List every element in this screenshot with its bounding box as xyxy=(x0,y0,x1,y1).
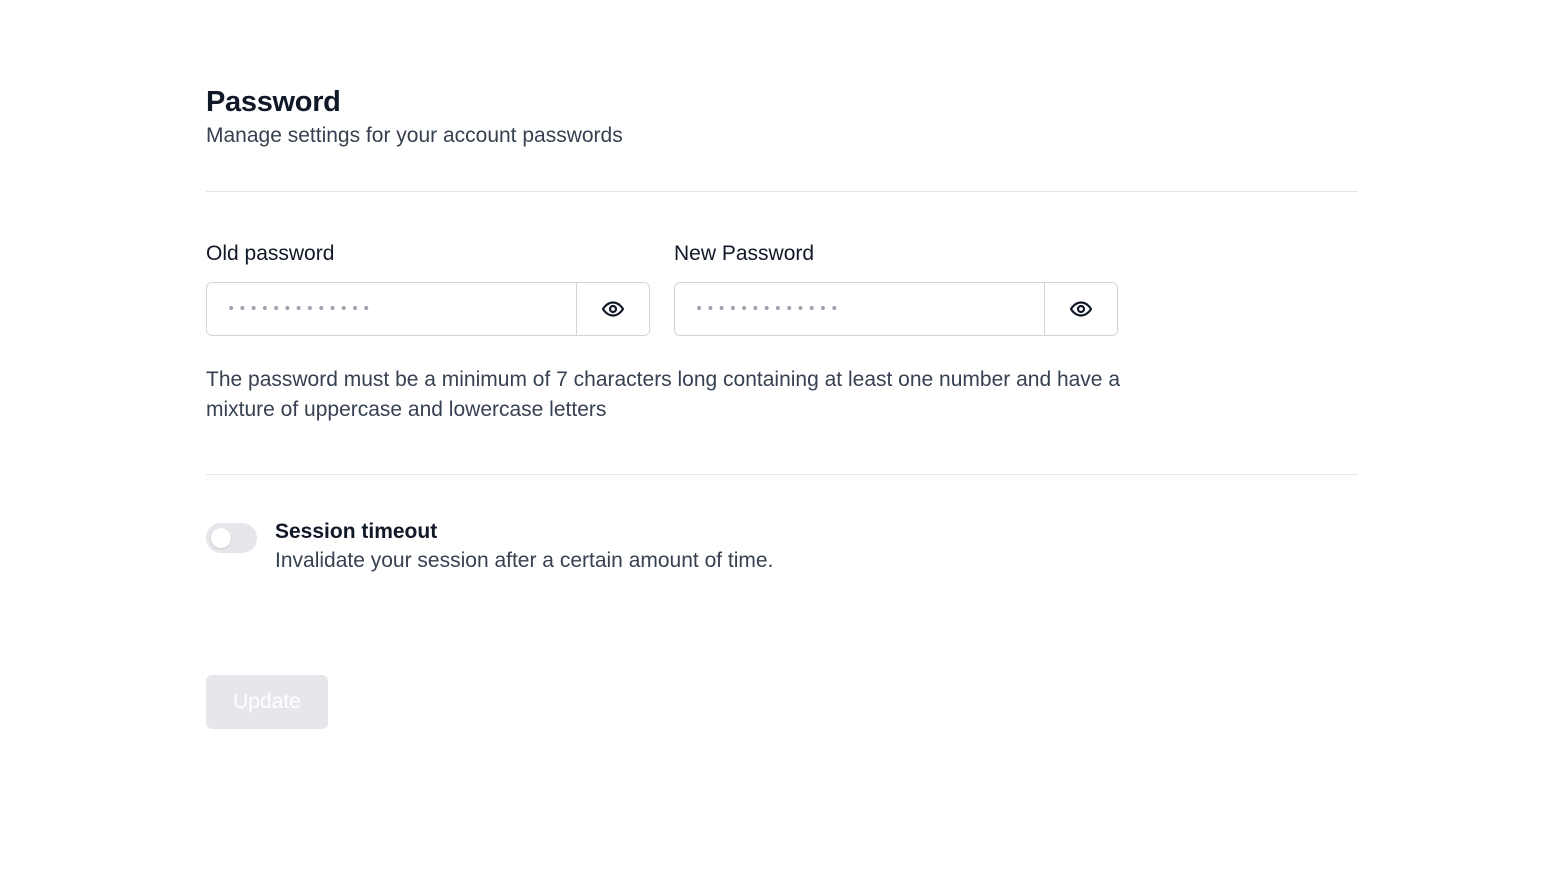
show-new-password-button[interactable] xyxy=(1044,283,1117,335)
old-password-label: Old password xyxy=(206,242,335,265)
session-timeout-text: Session timeout Invalidate your session … xyxy=(275,518,773,576)
password-requirements-text: The password must be a minimum of 7 char… xyxy=(206,368,1121,421)
new-password-field: New Password ••••••••••••• xyxy=(674,240,1118,336)
toggle-knob xyxy=(211,528,231,548)
session-timeout-row: Session timeout Invalidate your session … xyxy=(206,518,773,576)
show-old-password-button[interactable] xyxy=(576,283,649,335)
new-password-label: New Password xyxy=(674,242,815,265)
old-password-input-group: ••••••••••••• xyxy=(206,282,650,336)
divider xyxy=(206,191,1358,192)
section-header: Password Manage settings for your accoun… xyxy=(206,84,1358,151)
eye-icon xyxy=(1069,301,1093,317)
old-password-field: Old password ••••••••••••• xyxy=(206,240,650,336)
old-password-input[interactable]: ••••••••••••• xyxy=(207,283,576,335)
update-button[interactable]: Update xyxy=(206,675,328,729)
session-timeout-title: Session timeout xyxy=(275,520,438,543)
session-timeout-toggle[interactable] xyxy=(206,523,257,553)
page-subtitle: Manage settings for your account passwor… xyxy=(206,124,623,147)
divider xyxy=(206,474,1358,475)
new-password-input[interactable]: ••••••••••••• xyxy=(675,283,1044,335)
session-timeout-description: Invalidate your session after a certain … xyxy=(275,549,774,572)
eye-icon xyxy=(601,301,625,317)
page-title: Password xyxy=(206,86,341,118)
password-settings-page: Password Manage settings for your accoun… xyxy=(0,0,1550,884)
new-password-input-group: ••••••••••••• xyxy=(674,282,1118,336)
